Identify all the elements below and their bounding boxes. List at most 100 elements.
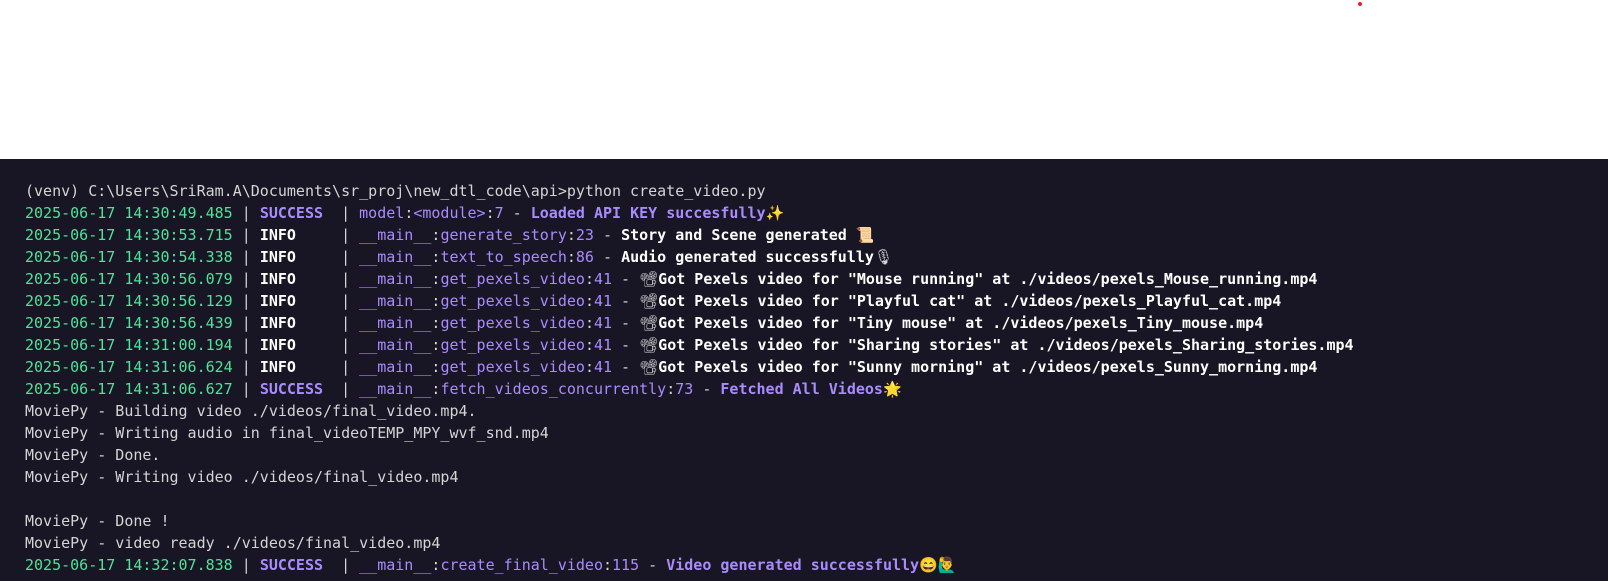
log-message: Audio generated successfully [621, 248, 874, 266]
log-line: 2025-06-17 14:30:56.079 | INFO | __main_… [25, 268, 1354, 290]
log-emoji-icon: 📽 [639, 270, 659, 288]
log-line: 2025-06-17 14:31:06.624 | INFO | __main_… [25, 356, 1354, 378]
log-timestamp: 2025-06-17 14:31:06.624 [25, 358, 233, 376]
log-colon: : [584, 314, 594, 332]
log-separator: | [232, 292, 260, 310]
log-dash: - [503, 204, 531, 222]
log-level: INFO [259, 336, 333, 354]
log-dash: - [593, 248, 622, 266]
log-separator: | [232, 270, 260, 288]
log-separator: | [332, 358, 360, 376]
log-function: <module> [413, 204, 486, 222]
log-separator: | [232, 248, 260, 266]
log-module: model [359, 204, 405, 222]
log-colon: : [566, 226, 576, 244]
log-separator: | [332, 292, 360, 310]
red-dot-marker [1358, 2, 1362, 6]
log-line-number: 41 [593, 292, 613, 310]
log-separator: | [332, 270, 360, 288]
log-function: get_pexels_video [440, 358, 585, 376]
log-level: INFO [259, 248, 333, 266]
terminal-output[interactable]: (venv) C:\Users\SriRam.A\Documents\sr_pr… [0, 159, 1608, 581]
log-message: Video generated successfully [666, 556, 920, 574]
log-module: __main__ [359, 380, 432, 398]
moviepy-line: MoviePy - Done. [25, 446, 161, 464]
log-separator: | [332, 248, 360, 266]
log-timestamp: 2025-06-17 14:30:56.129 [25, 292, 233, 310]
log-dash: - [612, 358, 640, 376]
log-line: 2025-06-17 14:30:53.715 | INFO | __main_… [25, 224, 1354, 246]
log-level: INFO [259, 270, 333, 288]
log-line: 2025-06-17 14:31:00.194 | INFO | __main_… [25, 334, 1354, 356]
log-message: Got Pexels video for "Sunny morning" at … [658, 358, 1318, 376]
log-line: 2025-06-17 14:31:06.627 | SUCCESS | __ma… [25, 378, 1354, 400]
log-colon: : [584, 336, 594, 354]
log-colon: : [404, 204, 414, 222]
log-function: get_pexels_video [440, 270, 585, 288]
log-separator: | [232, 358, 260, 376]
log-timestamp: 2025-06-17 14:32:07.838 [25, 556, 233, 574]
log-module: __main__ [359, 358, 432, 376]
log-dash: - [612, 314, 640, 332]
log-line: 2025-06-17 14:30:56.129 | INFO | __main_… [25, 290, 1354, 312]
log-line-number: 86 [575, 248, 594, 266]
log-emoji-icon: 😄🙋‍♂️ [919, 556, 957, 574]
log-separator: | [232, 314, 260, 332]
log-timestamp: 2025-06-17 14:30:53.715 [25, 226, 233, 244]
log-timestamp: 2025-06-17 14:30:54.338 [25, 248, 233, 266]
log-timestamp: 2025-06-17 14:31:00.194 [25, 336, 233, 354]
log-colon: : [566, 248, 576, 266]
log-separator: | [332, 336, 360, 354]
log-function: create_final_video [440, 556, 603, 574]
log-separator: | [232, 204, 260, 222]
log-dash: - [612, 270, 640, 288]
log-emoji-icon: 📜 [855, 226, 875, 244]
log-colon: : [666, 380, 676, 398]
log-emoji-icon: ✨ [765, 204, 785, 222]
log-emoji-icon: 📽 [639, 336, 659, 354]
log-level: INFO [259, 226, 333, 244]
log-message: Loaded API KEY succesfully [530, 204, 766, 222]
log-separator: | [232, 336, 260, 354]
log-line-number: 73 [675, 380, 694, 398]
log-function: text_to_speech [440, 248, 567, 266]
log-module: __main__ [359, 292, 432, 310]
log-emoji-icon: 📽 [639, 358, 659, 376]
log-colon: : [584, 292, 594, 310]
log-message: Got Pexels video for "Playful cat" at ./… [658, 292, 1282, 310]
log-line-number: 41 [593, 270, 613, 288]
log-timestamp: 2025-06-17 14:30:56.079 [25, 270, 233, 288]
log-line: 2025-06-17 14:32:07.838 | SUCCESS | __ma… [25, 554, 1354, 576]
log-message: Got Pexels video for "Tiny mouse" at ./v… [658, 314, 1264, 332]
log-separator: | [232, 226, 260, 244]
log-separator: | [232, 556, 260, 574]
log-message: Story and Scene generated [621, 226, 856, 244]
log-level: INFO [259, 314, 333, 332]
log-line-number: 41 [593, 358, 613, 376]
log-message: Got Pexels video for "Mouse running" at … [658, 270, 1318, 288]
log-timestamp: 2025-06-17 14:30:49.485 [25, 204, 233, 222]
log-level: SUCCESS [259, 556, 333, 574]
log-separator: | [332, 204, 360, 222]
log-timestamp: 2025-06-17 14:30:56.439 [25, 314, 233, 332]
log-dash: - [593, 226, 622, 244]
log-line: 2025-06-17 14:30:56.439 | INFO | __main_… [25, 312, 1354, 334]
log-module: __main__ [359, 270, 432, 288]
log-module: __main__ [359, 336, 432, 354]
log-colon: : [485, 204, 495, 222]
log-module: __main__ [359, 226, 432, 244]
log-emoji-icon: 🌟 [882, 380, 902, 398]
log-function: fetch_videos_concurrently [440, 380, 667, 398]
log-function: generate_story [440, 226, 567, 244]
log-emoji-icon: 📽 [639, 314, 659, 332]
log-dash: - [612, 292, 640, 310]
log-level: SUCCESS [259, 204, 333, 222]
command-line: (venv) C:\Users\SriRam.A\Documents\sr_pr… [25, 182, 766, 200]
log-timestamp: 2025-06-17 14:31:06.627 [25, 380, 233, 398]
log-colon: : [584, 358, 594, 376]
log-level: INFO [259, 358, 333, 376]
log-line: 2025-06-17 14:30:54.338 | INFO | __main_… [25, 246, 1354, 268]
log-level: SUCCESS [259, 380, 333, 398]
log-line-number: 41 [593, 314, 613, 332]
log-module: __main__ [359, 556, 432, 574]
